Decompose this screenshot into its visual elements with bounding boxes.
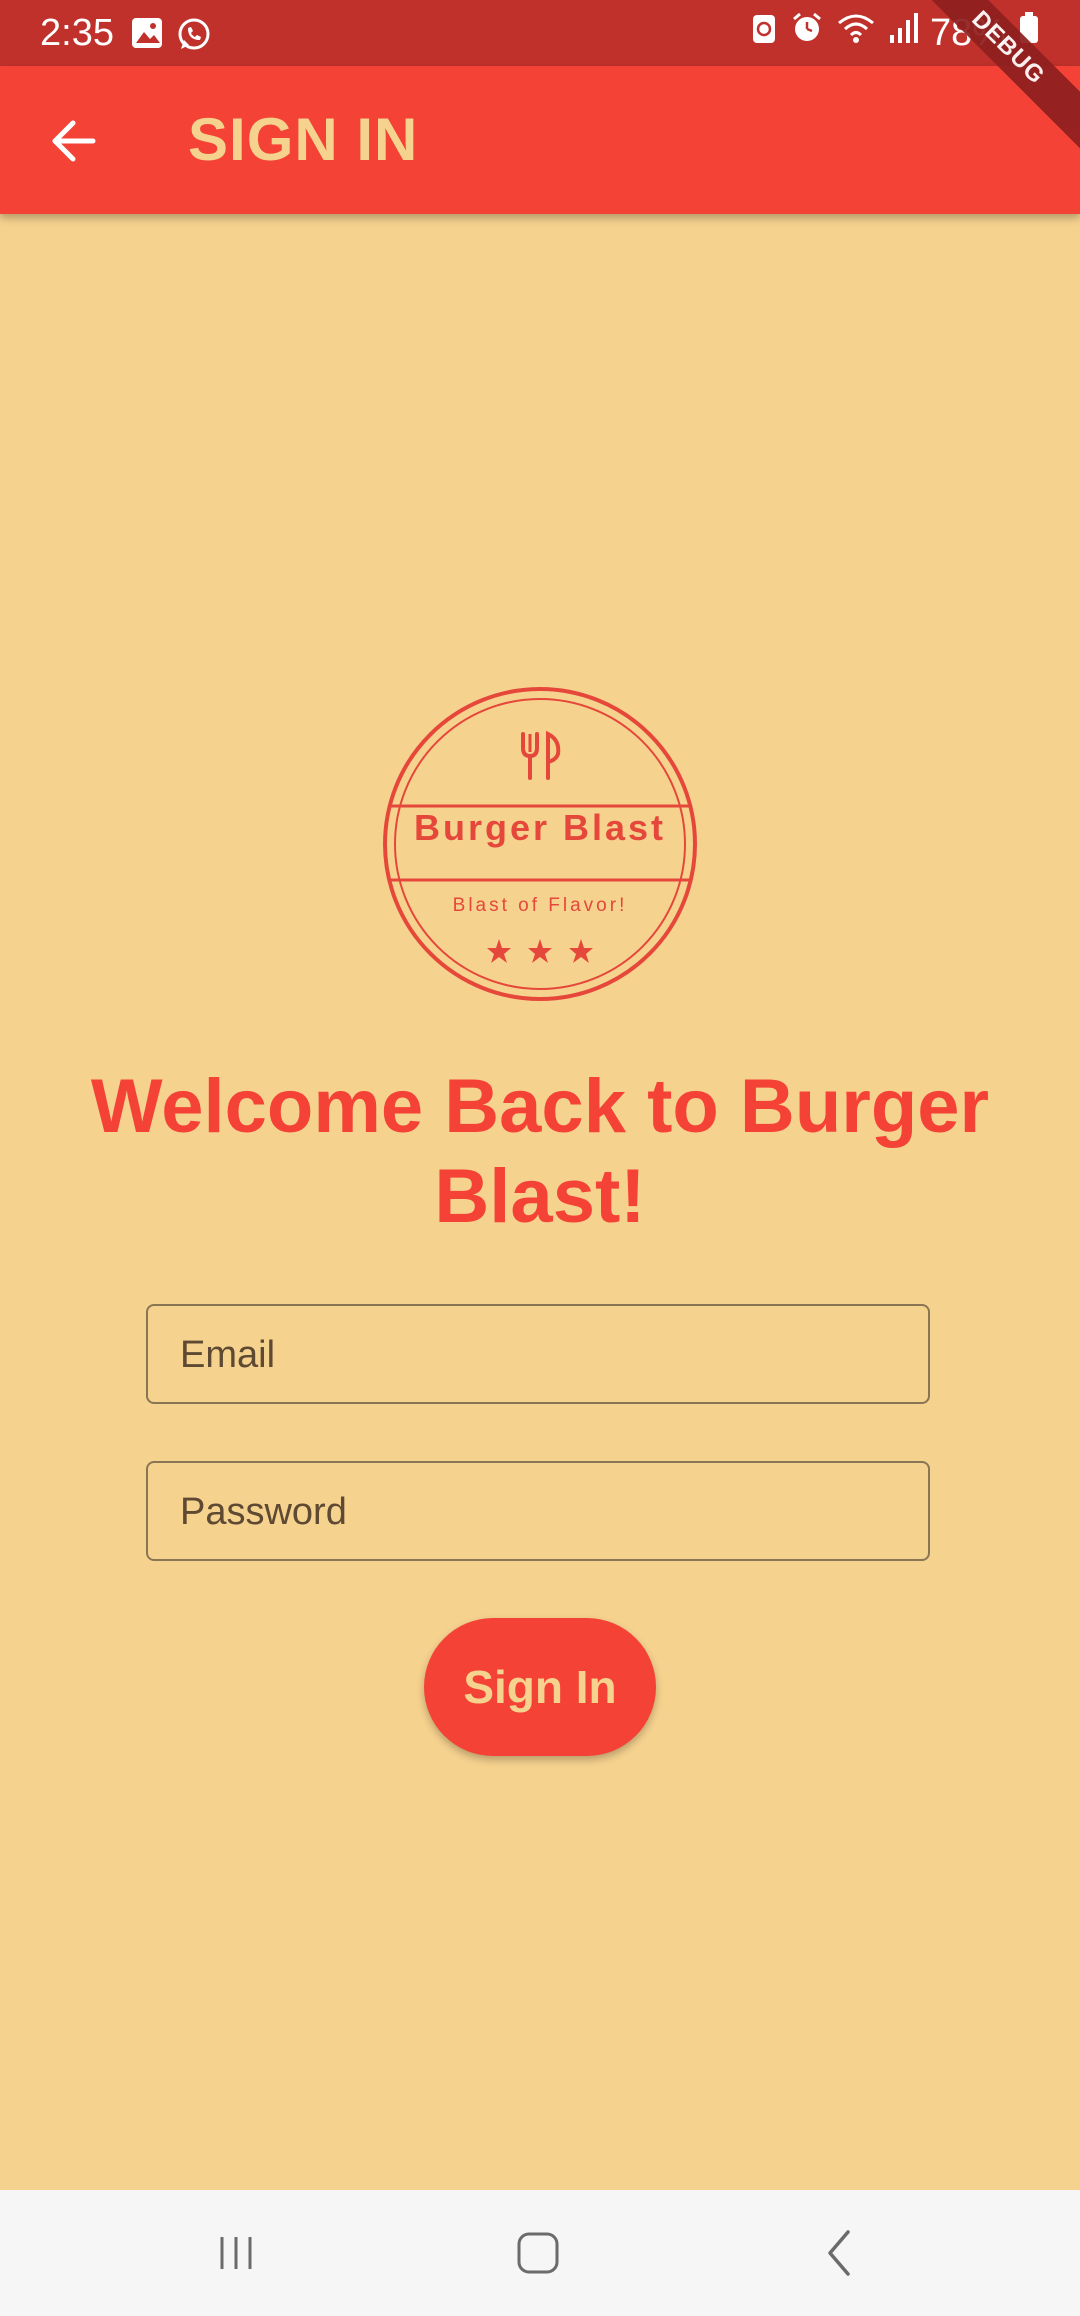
sign-in-button[interactable]: Sign In — [424, 1618, 656, 1756]
chevron-left-icon — [828, 2230, 850, 2276]
nav-back-button[interactable] — [800, 2218, 880, 2288]
home-icon — [517, 2232, 559, 2274]
signal-icon — [888, 10, 918, 56]
wifi-icon — [836, 10, 876, 56]
nav-home-button[interactable] — [498, 2218, 578, 2288]
password-placeholder: Password — [180, 1491, 347, 1533]
page-title: SIGN IN — [188, 106, 419, 173]
back-button[interactable] — [30, 106, 116, 176]
logo-tagline: Blast of Flavor! — [452, 895, 628, 916]
gallery-icon — [130, 16, 164, 57]
recycle-icon — [750, 10, 778, 56]
status-time: 2:35 — [40, 12, 114, 54]
welcome-heading: Welcome Back to Burger Blast! — [90, 1064, 990, 1239]
nav-recents-button[interactable] — [196, 2218, 276, 2288]
system-nav-bar — [0, 2190, 1080, 2316]
logo-brand-text: Burger Blast — [413, 807, 667, 848]
arrow-left-icon — [52, 120, 96, 162]
whatsapp-icon — [176, 16, 212, 57]
recents-icon — [220, 2237, 252, 2269]
email-placeholder: Email — [180, 1334, 276, 1376]
email-field[interactable]: Email — [146, 1304, 930, 1404]
app-bar: SIGN IN — [0, 66, 1080, 214]
password-field[interactable]: Password — [146, 1461, 930, 1561]
status-notifications — [130, 16, 212, 57]
brand-logo: Burger Blast Blast of Flavor! — [380, 684, 700, 1004]
status-bar: 2:35 — [0, 0, 1080, 66]
alarm-icon — [790, 10, 824, 56]
